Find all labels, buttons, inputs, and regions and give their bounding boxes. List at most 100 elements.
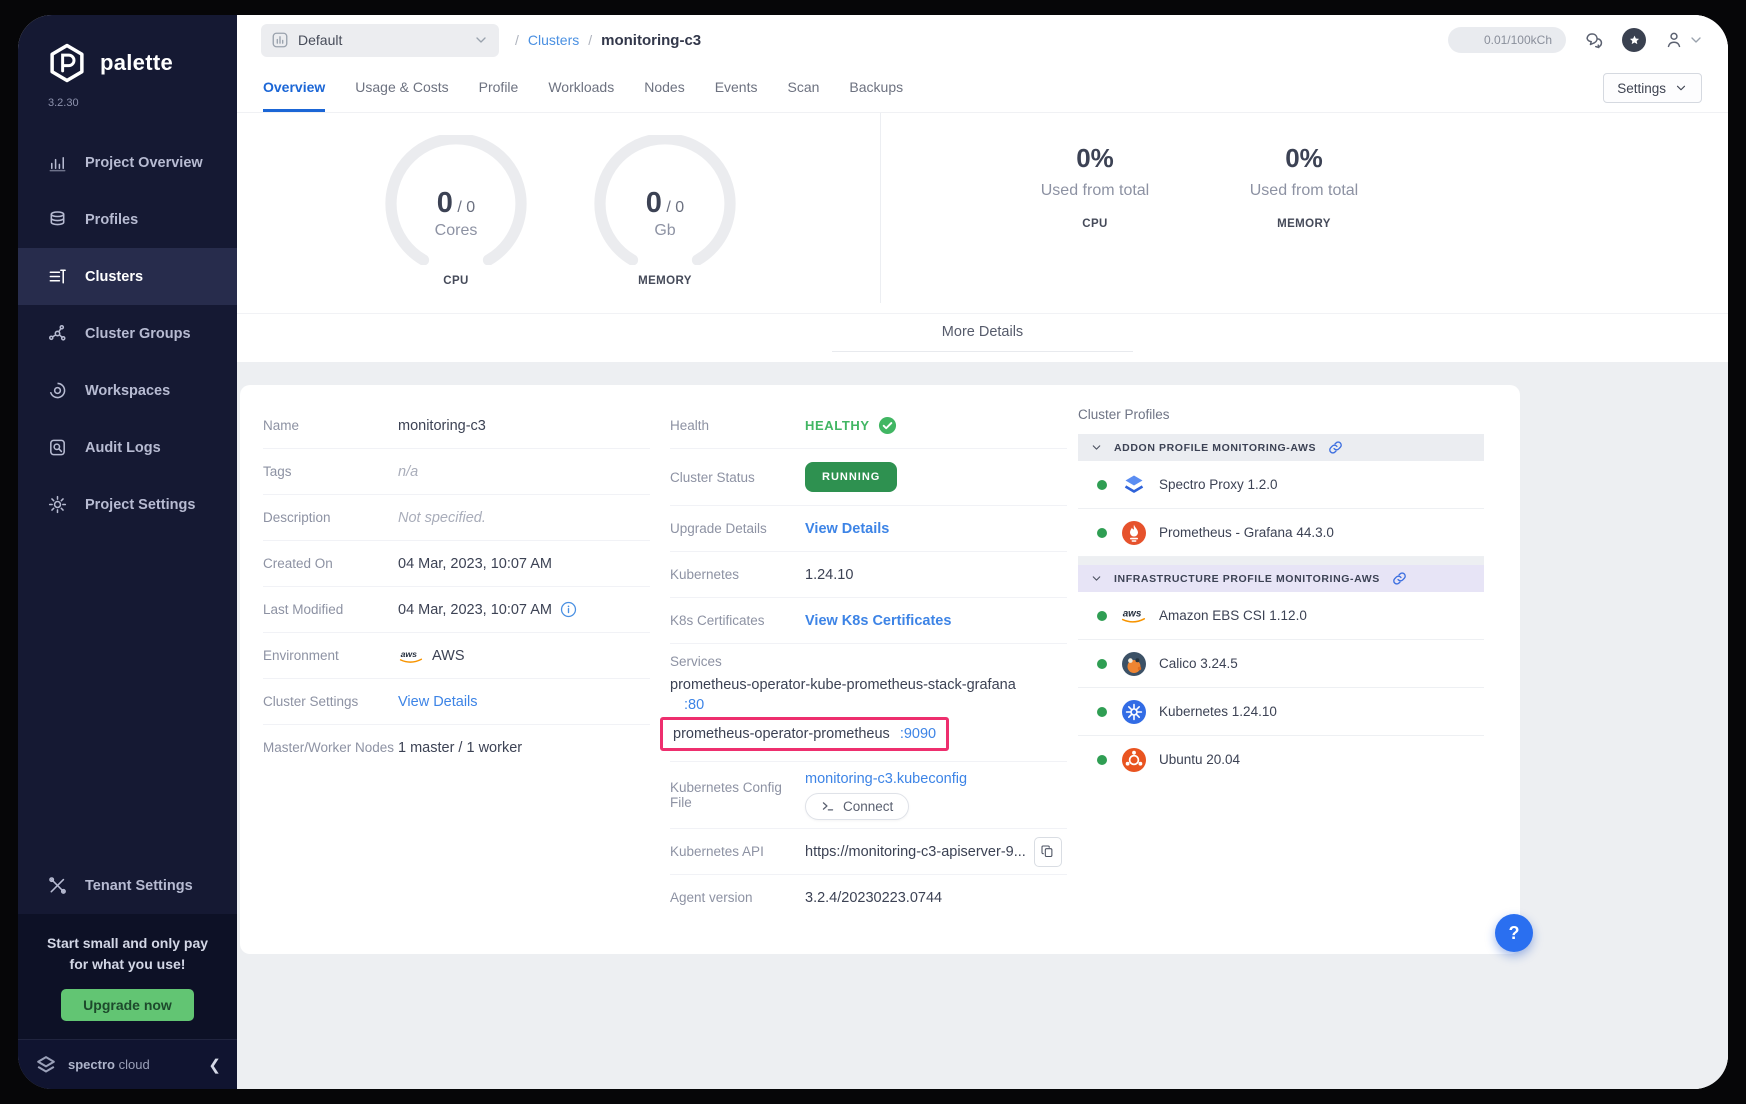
tags-value: n/a <box>398 464 418 480</box>
sidebar-item-project-overview[interactable]: Project Overview <box>18 134 237 191</box>
tab-events[interactable]: Events <box>715 65 758 112</box>
help-button[interactable]: ? <box>1495 914 1533 952</box>
gauge-unit: Cores <box>381 222 531 240</box>
last-modified-value: 04 Mar, 2023, 10:07 AM <box>398 601 577 618</box>
copy-button[interactable] <box>1034 837 1062 867</box>
tab-workloads[interactable]: Workloads <box>548 65 614 112</box>
list-icon <box>47 266 68 287</box>
top-bar: Default / Clusters / monitoring-c3 0.01/… <box>237 15 1728 65</box>
usage-percent: 0% <box>1010 143 1180 174</box>
kubernetes-icon <box>1120 698 1147 725</box>
star-badge-icon[interactable] <box>1622 28 1646 52</box>
gauge-total: 0 <box>466 199 475 216</box>
description-value: Not specified. <box>398 510 486 526</box>
detail-label: Kubernetes Config File <box>670 780 805 810</box>
upgrade-promo: Start small and only pay for what you us… <box>18 914 237 1039</box>
sidebar-item-label: Cluster Groups <box>85 326 191 342</box>
profile-item-amazon-ebs-csi[interactable]: aws Amazon EBS CSI 1.12.0 <box>1078 592 1484 640</box>
promo-text-line2: for what you use! <box>28 954 227 975</box>
main-content: Default / Clusters / monitoring-c3 0.01/… <box>237 15 1728 1089</box>
sidebar-item-workspaces[interactable]: Workspaces <box>18 362 237 419</box>
health-text: HEALTHY <box>805 418 870 433</box>
sidebar-item-tenant-settings[interactable]: Tenant Settings <box>18 857 237 914</box>
sidebar-item-clusters[interactable]: Clusters <box>18 248 237 305</box>
cluster-settings-view-details-link[interactable]: View Details <box>398 694 478 710</box>
usage-caption: Used from total <box>1219 182 1389 200</box>
detail-row-tags: Tags n/a <box>263 449 650 495</box>
breadcrumb-separator: / <box>515 32 519 48</box>
detail-row-services: Services prometheus-operator-kube-promet… <box>670 644 1067 762</box>
upgrade-view-details-link[interactable]: View Details <box>805 521 889 537</box>
cluster-tabs: Overview Usage & Costs Profile Workloads… <box>237 65 1728 113</box>
chat-icon[interactable] <box>1583 29 1605 51</box>
usage-caption: Used from total <box>1010 182 1180 200</box>
detail-label: Environment <box>263 648 398 663</box>
upgrade-now-button[interactable]: Upgrade now <box>61 989 194 1021</box>
detail-row-last-modified: Last Modified 04 Mar, 2023, 10:07 AM <box>263 587 650 633</box>
detail-row-upgrade: Upgrade Details View Details <box>670 506 1067 552</box>
detail-label: Kubernetes <box>670 567 805 582</box>
profile-item-label: Calico 3.24.5 <box>1159 656 1238 671</box>
kubernetes-api-url: https://monitoring-c3-apiserver-9... <box>805 844 1026 860</box>
kubeconfig-file-link[interactable]: monitoring-c3.kubeconfig <box>805 771 967 787</box>
kubernetes-version-value: 1.24.10 <box>805 567 853 583</box>
sidebar-item-cluster-groups[interactable]: Cluster Groups <box>18 305 237 362</box>
project-selector-dropdown[interactable]: Default <box>261 24 499 57</box>
rings-icon <box>47 380 68 401</box>
kubeconfig-value: monitoring-c3.kubeconfig Connect <box>805 771 967 820</box>
infrastructure-profile-section-header[interactable]: INFRASTRUCTURE PROFILE MONITORING-AWS <box>1078 565 1484 592</box>
profile-item-ubuntu[interactable]: Ubuntu 20.04 <box>1078 736 1484 783</box>
profile-item-kubernetes[interactable]: Kubernetes 1.24.10 <box>1078 688 1484 736</box>
breadcrumb-clusters-link[interactable]: Clusters <box>528 32 579 48</box>
addon-profile-section-header[interactable]: ADDON PROFILE MONITORING-AWS <box>1078 434 1484 461</box>
sidebar-item-profiles[interactable]: Profiles <box>18 191 237 248</box>
tab-usage-costs[interactable]: Usage & Costs <box>355 65 448 112</box>
status-dot <box>1097 755 1107 765</box>
profile-item-prometheus-grafana[interactable]: Prometheus - Grafana 44.3.0 <box>1078 509 1484 557</box>
settings-button[interactable]: Settings <box>1603 73 1702 103</box>
gauge-caption: MEMORY <box>590 275 740 287</box>
usage-percent: 0% <box>1219 143 1389 174</box>
info-icon[interactable] <box>560 601 577 618</box>
view-k8s-certificates-link[interactable]: View K8s Certificates <box>805 613 951 629</box>
breadcrumb: / Clusters / monitoring-c3 <box>515 32 701 49</box>
doc-search-icon <box>47 437 68 458</box>
profile-item-calico[interactable]: Calico 3.24.5 <box>1078 640 1484 688</box>
tab-overview[interactable]: Overview <box>263 65 325 112</box>
link-icon[interactable] <box>1391 570 1408 587</box>
chevron-down-icon <box>1688 32 1704 48</box>
tab-nodes[interactable]: Nodes <box>644 65 684 112</box>
palette-hexagon-icon <box>46 42 88 84</box>
detail-label: Master/Worker Nodes <box>263 740 398 755</box>
settings-button-label: Settings <box>1617 81 1666 96</box>
service-prometheus-port-link[interactable]: :9090 <box>900 726 936 742</box>
detail-label: Tags <box>263 464 398 479</box>
sidebar-collapse-chevron-icon[interactable]: ❮ <box>208 1056 221 1074</box>
service-grafana-port-link[interactable]: :80 <box>684 697 1067 713</box>
detail-label: Name <box>263 418 398 433</box>
cluster-name-value: monitoring-c3 <box>398 418 486 434</box>
sidebar-item-audit-logs[interactable]: Audit Logs <box>18 419 237 476</box>
link-icon[interactable] <box>1327 439 1344 456</box>
tab-profile[interactable]: Profile <box>479 65 519 112</box>
detail-row-cluster-settings: Cluster Settings View Details <box>263 679 650 725</box>
details-middle-column: Health HEALTHY Cluster Status RUNNING <box>670 403 1067 920</box>
agent-version-value: 3.2.4/20230223.0744 <box>805 890 942 906</box>
project-selector-icon <box>271 31 289 49</box>
section-gap <box>1078 557 1484 565</box>
tab-scan[interactable]: Scan <box>788 65 820 112</box>
sidebar: palette 3.2.30 Project Overview Profiles… <box>18 15 237 1089</box>
tab-backups[interactable]: Backups <box>849 65 903 112</box>
user-menu[interactable] <box>1663 29 1704 51</box>
more-details-button[interactable]: More Details <box>832 324 1133 352</box>
sidebar-item-project-settings[interactable]: Project Settings <box>18 476 237 533</box>
connect-button[interactable]: Connect <box>805 793 909 820</box>
running-status-badge[interactable]: RUNNING <box>805 462 897 492</box>
profile-item-spectro-proxy[interactable]: Spectro Proxy 1.2.0 <box>1078 461 1484 509</box>
detail-row-nodes: Master/Worker Nodes 1 master / 1 worker <box>263 725 650 770</box>
highlighted-service-box: prometheus-operator-prometheus :9090 <box>660 717 949 751</box>
sidebar-item-label: Project Overview <box>85 155 203 171</box>
sidebar-nav: Project Overview Profiles Clusters Clust… <box>18 134 237 533</box>
environment-value: aws AWS <box>398 648 465 664</box>
gauge-value: 0 / 0 Gb <box>590 187 740 240</box>
